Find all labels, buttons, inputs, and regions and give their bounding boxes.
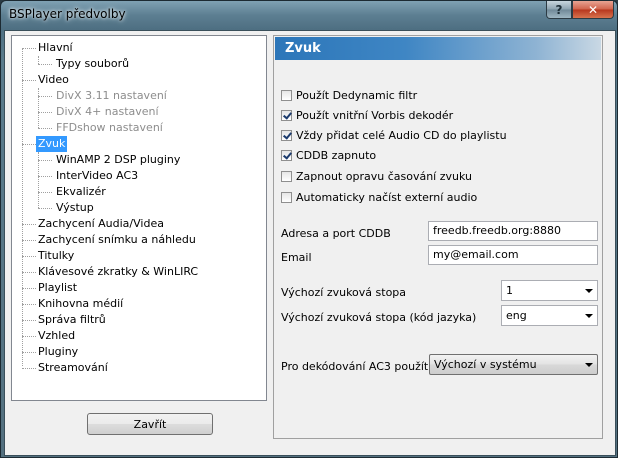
email-input[interactable]: my@email.com bbox=[428, 245, 598, 265]
checkbox-row-cddb[interactable]: CDDB zapnuto bbox=[281, 147, 376, 163]
checkbox-row-audio-cd[interactable]: Vždy přidat celé Audio CD do playlistu bbox=[281, 127, 507, 143]
default-stream-label: Výchozí zvuková stopa bbox=[281, 286, 407, 299]
chevron-down-icon bbox=[585, 363, 593, 367]
default-stream-value: 1 bbox=[506, 284, 513, 297]
tree-item-divx4[interactable]: DivX 4+ nastavení bbox=[54, 104, 161, 120]
tree-connector bbox=[22, 336, 36, 337]
checkbox-vorbis[interactable] bbox=[281, 109, 292, 121]
checkbox-row-timing[interactable]: Zapnout opravu časování zvuku bbox=[281, 168, 472, 184]
cddb-label: Adresa a port CDDB bbox=[281, 227, 391, 240]
checkbox-row-dedynamic[interactable]: Použít Dedynamic filtr bbox=[281, 87, 417, 103]
window-title: BSPlayer předvolby bbox=[9, 7, 126, 21]
tree-item-klavesove-zkratky[interactable]: Klávesové zkratky & WinLIRC bbox=[36, 264, 200, 280]
close-button[interactable]: Zavřít bbox=[87, 413, 213, 435]
tree-connector bbox=[22, 240, 36, 241]
tree-item-zvuk[interactable]: Zvuk bbox=[36, 136, 68, 152]
preferences-window: BSPlayer předvolby ? ✕ Hlavní Typy soubo… bbox=[0, 0, 618, 458]
checkbox-audio-cd[interactable] bbox=[281, 129, 292, 141]
tree-item-titulky[interactable]: Titulky bbox=[36, 248, 76, 264]
checkbox-timing[interactable] bbox=[281, 170, 292, 182]
default-stream-select[interactable]: 1 bbox=[501, 280, 598, 301]
chevron-down-icon bbox=[585, 314, 593, 318]
tree-item-sprava-filtru[interactable]: Správa filtrů bbox=[36, 312, 108, 328]
settings-tree[interactable]: Hlavní Typy souborů Video DivX 3.11 nast… bbox=[11, 35, 267, 401]
tree-item-winamp-dsp[interactable]: WinAMP 2 DSP pluginy bbox=[54, 152, 182, 168]
tree-connector bbox=[38, 88, 39, 128]
tree-item-hlavni[interactable]: Hlavní bbox=[36, 40, 75, 56]
default-stream-lang-label: Výchozí zvuková stopa (kód jazyka) bbox=[281, 311, 477, 324]
panel-title: Zvuk bbox=[275, 37, 601, 60]
tree-connector bbox=[22, 352, 36, 353]
tree-connector bbox=[22, 224, 36, 225]
checkbox-external-audio[interactable] bbox=[281, 191, 292, 203]
ac3-decoder-select[interactable]: Výchozí v systému bbox=[429, 354, 598, 375]
tree-connector bbox=[38, 160, 52, 161]
tree-connector bbox=[22, 48, 36, 49]
tree-item-zachyceni-av[interactable]: Zachycení Audia/Videa bbox=[36, 216, 166, 232]
tree-connector bbox=[38, 176, 52, 177]
tree-connector bbox=[38, 192, 52, 193]
tree-connector bbox=[22, 288, 36, 289]
tree-item-vzhled[interactable]: Vzhled bbox=[36, 328, 77, 344]
checkbox-cddb[interactable] bbox=[281, 149, 292, 161]
tree-item-typy-souboru[interactable]: Typy souborů bbox=[54, 56, 131, 72]
tree-item-intervideo-ac3[interactable]: InterVideo AC3 bbox=[54, 168, 140, 184]
checkbox-label: Automaticky načíst externí audio bbox=[296, 190, 478, 204]
tree-connector bbox=[22, 320, 36, 321]
tree-item-playlist[interactable]: Playlist bbox=[36, 280, 79, 296]
tree-connector bbox=[38, 64, 52, 65]
tree-item-pluginy[interactable]: Pluginy bbox=[36, 344, 80, 360]
tree-item-ffdshow[interactable]: FFDshow nastavení bbox=[54, 120, 165, 136]
tree-item-streamovani[interactable]: Streamování bbox=[36, 360, 110, 376]
help-button[interactable]: ? bbox=[546, 1, 572, 19]
tree-connector bbox=[38, 56, 39, 64]
tree-connector bbox=[22, 256, 36, 257]
question-icon: ? bbox=[555, 2, 563, 17]
tree-connector bbox=[22, 48, 23, 366]
ac3-label: Pro dekódování AC3 použít bbox=[281, 360, 429, 373]
email-label: Email bbox=[281, 251, 312, 264]
close-icon: ✕ bbox=[587, 2, 599, 17]
checkbox-label: Použít vnitřní Vorbis dekodér bbox=[296, 108, 454, 122]
dialog-client-area: Hlavní Typy souborů Video DivX 3.11 nast… bbox=[4, 30, 616, 456]
default-stream-lang-value: eng bbox=[506, 309, 527, 322]
tree-connector bbox=[38, 128, 52, 129]
default-stream-lang-select[interactable]: eng bbox=[501, 305, 598, 326]
tree-item-vystup[interactable]: Výstup bbox=[54, 200, 96, 216]
tree-connector bbox=[22, 368, 36, 369]
tree-item-video[interactable]: Video bbox=[36, 72, 71, 88]
tree-connector bbox=[22, 144, 36, 145]
tree-item-ekvalizer[interactable]: Ekvalizér bbox=[54, 184, 108, 200]
ac3-decoder-value: Výchozí v systému bbox=[434, 358, 537, 371]
checkbox-label: Zapnout opravu časování zvuku bbox=[296, 169, 472, 183]
checkbox-row-external-audio[interactable]: Automaticky načíst externí audio bbox=[281, 189, 477, 205]
checkbox-row-vorbis[interactable]: Použít vnitřní Vorbis dekodér bbox=[281, 107, 453, 123]
checkbox-dedynamic[interactable] bbox=[281, 89, 292, 101]
tree-item-knihovna[interactable]: Knihovna médií bbox=[36, 296, 125, 312]
tree-item-divx311[interactable]: DivX 3.11 nastavení bbox=[54, 88, 169, 104]
checkbox-label: Vždy přidat celé Audio CD do playlistu bbox=[296, 128, 507, 142]
tree-connector bbox=[38, 96, 52, 97]
tree-connector bbox=[38, 208, 52, 209]
tree-item-zachyceni-snimku[interactable]: Zachycení snímku a náhledu bbox=[36, 232, 198, 248]
window-close-button[interactable]: ✕ bbox=[572, 1, 614, 19]
sound-settings-panel: Zvuk Použít Dedynamic filtr Použít vnitř… bbox=[273, 35, 603, 439]
checkbox-label: CDDB zapnuto bbox=[296, 148, 377, 162]
chevron-down-icon bbox=[585, 289, 593, 293]
tree-connector bbox=[38, 112, 52, 113]
tree-connector bbox=[22, 80, 36, 81]
title-bar[interactable]: BSPlayer předvolby ? ✕ bbox=[1, 1, 617, 29]
tree-connector bbox=[22, 304, 36, 305]
checkbox-label: Použít Dedynamic filtr bbox=[296, 88, 418, 102]
cddb-address-input[interactable]: freedb.freedb.org:8880 bbox=[428, 221, 598, 241]
tree-connector bbox=[22, 272, 36, 273]
